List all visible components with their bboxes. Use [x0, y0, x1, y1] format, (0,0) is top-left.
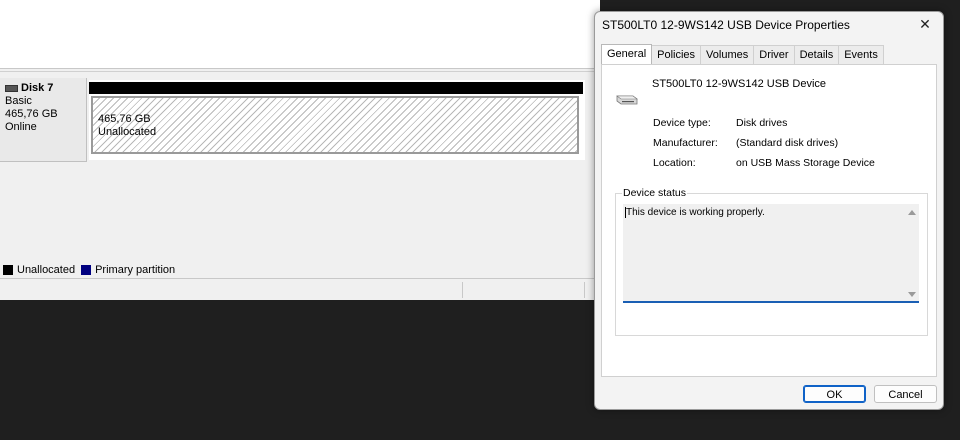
tab-general[interactable]: General: [601, 44, 653, 65]
status-message: This device is working properly.: [626, 207, 765, 219]
general-tab-panel: ST500LT0 12-9WS142 USB Device Device typ…: [601, 64, 937, 377]
group-title: Device status: [622, 187, 688, 199]
tab-volumes[interactable]: Volumes: [700, 45, 755, 66]
property-value: on USB Mass Storage Device: [736, 157, 875, 169]
volume-list-area: [0, 0, 600, 69]
property-label: Location:: [653, 157, 696, 169]
disk-drive-icon: [616, 95, 638, 105]
close-icon[interactable]: ✕: [915, 14, 935, 34]
disk-type: Basic: [5, 95, 32, 107]
partition-area: 465,76 GB Unallocated: [89, 80, 585, 160]
device-properties-dialog: ST500LT0 12-9WS142 USB Device Properties…: [594, 11, 944, 410]
unallocated-partition[interactable]: 465,76 GB Unallocated: [91, 96, 579, 154]
partition-size: 465,76 GB: [98, 113, 151, 125]
disk-name: Disk 7: [21, 82, 54, 94]
status-bar: [0, 280, 600, 300]
tab-strip: General Policies Volumes Driver Details …: [601, 44, 884, 66]
property-label: Manufacturer:: [653, 137, 718, 149]
tab-driver[interactable]: Driver: [753, 45, 795, 66]
cancel-button[interactable]: Cancel: [874, 385, 937, 403]
legend-swatch-unallocated: [3, 264, 13, 275]
scroll-down-icon[interactable]: [908, 292, 916, 297]
property-value: (Standard disk drives): [736, 137, 839, 149]
status-text: This device is working properly.: [625, 207, 765, 218]
tab-events[interactable]: Events: [838, 45, 884, 66]
disk-size: 465,76 GB: [5, 108, 58, 120]
scroll-up-icon[interactable]: [908, 210, 916, 215]
divider: [0, 278, 600, 279]
legend-swatch-primary: [81, 264, 92, 275]
legend-item-primary: Primary partition: [81, 264, 175, 276]
property-value: Disk drives: [736, 117, 788, 129]
dialog-title: ST500LT0 12-9WS142 USB Device Properties: [602, 18, 850, 32]
divider: [0, 71, 600, 72]
legend-item-unallocated: Unallocated: [3, 264, 75, 276]
disk-title: Disk 7: [5, 82, 86, 95]
device-status-textbox[interactable]: This device is working properly.: [623, 204, 919, 303]
disk-info-panel[interactable]: Disk 7 Basic 465,76 GB Online: [0, 78, 87, 162]
disk-icon: [5, 85, 18, 92]
partition-text: 465,76 GB Unallocated: [98, 113, 156, 139]
status-divider: [584, 282, 585, 298]
tab-policies[interactable]: Policies: [651, 45, 702, 66]
legend: Unallocated Primary partition: [0, 262, 600, 277]
property-label: Device type:: [653, 117, 711, 129]
status-divider: [462, 282, 463, 298]
tab-details[interactable]: Details: [793, 45, 840, 66]
partition-label: Unallocated: [98, 126, 157, 138]
device-name: ST500LT0 12-9WS142 USB Device: [652, 78, 827, 90]
disk-management-window: Disk 7 Basic 465,76 GB Online 465,76 GB …: [0, 0, 600, 300]
ok-button[interactable]: OK: [803, 385, 866, 403]
legend-label: Primary partition: [95, 263, 176, 276]
device-status-group: Device status This device is working pro…: [615, 187, 928, 336]
partition-color-bar: [89, 82, 583, 94]
legend-label: Unallocated: [17, 263, 76, 276]
disk-status: Online: [5, 121, 37, 133]
